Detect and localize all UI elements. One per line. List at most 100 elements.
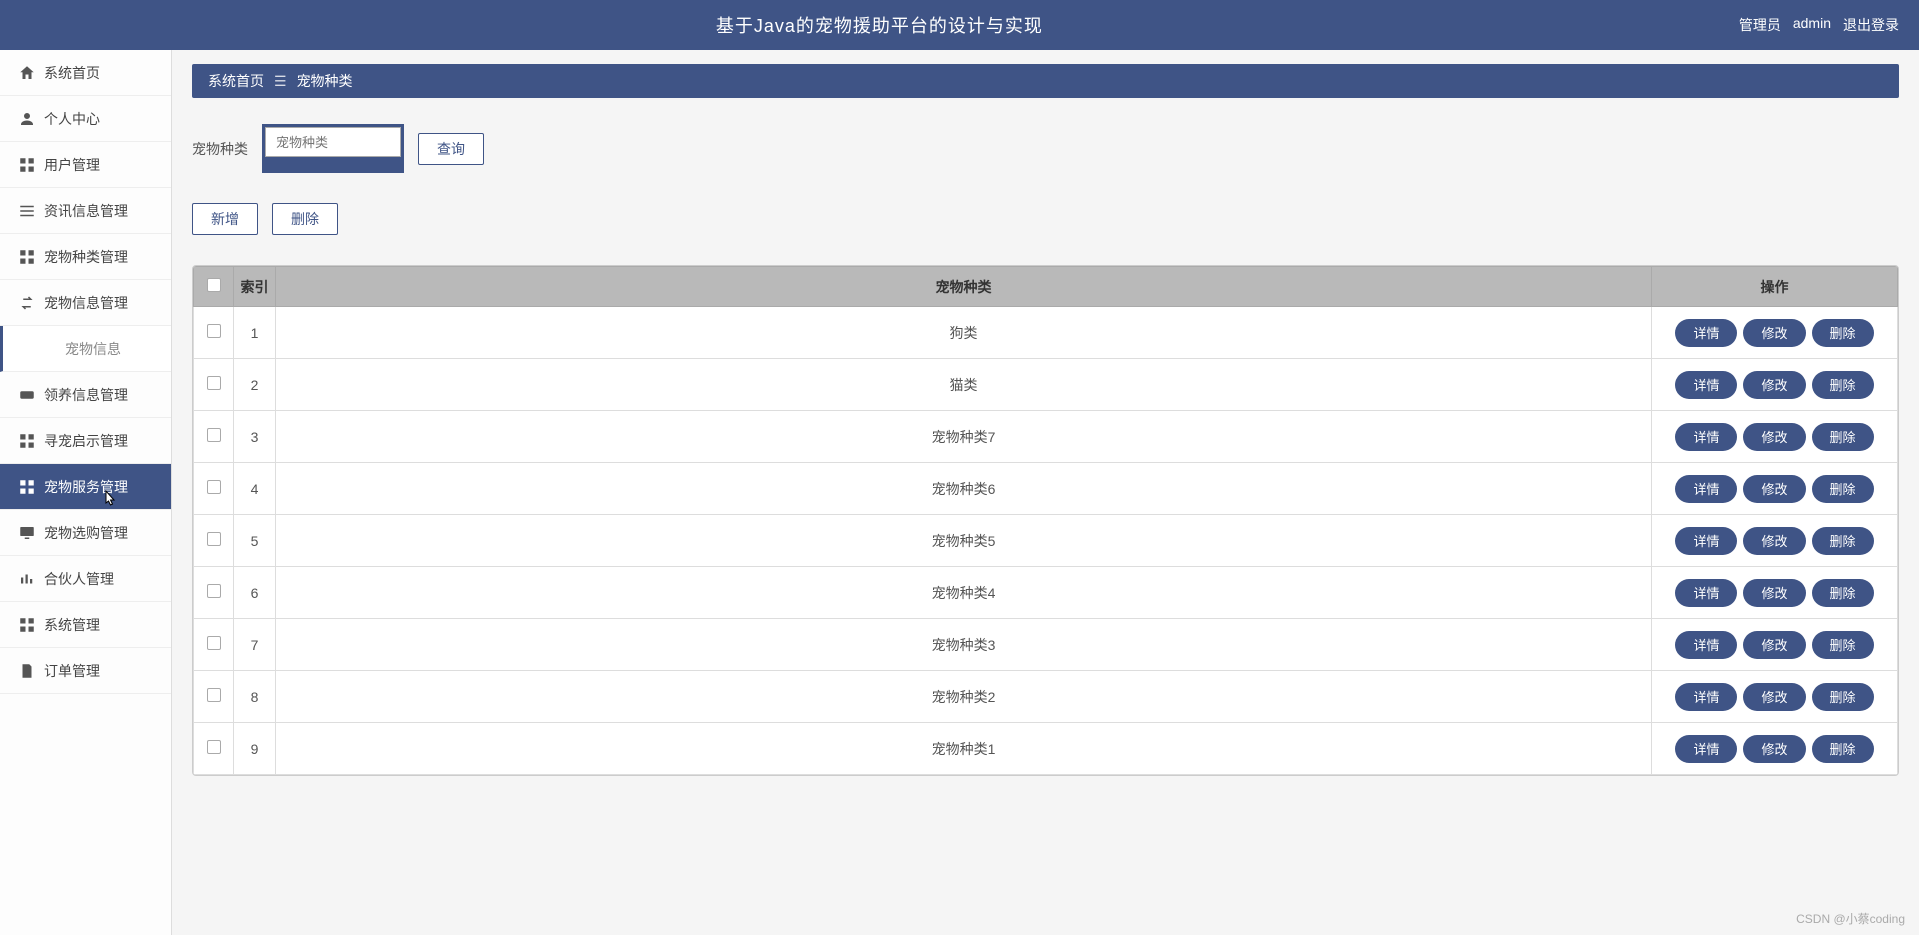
detail-button[interactable]: 详情 <box>1675 579 1737 607</box>
sidebar-item-10[interactable]: 宠物选购管理 <box>0 510 171 556</box>
cell-type: 狗类 <box>276 307 1652 359</box>
detail-button[interactable]: 详情 <box>1675 371 1737 399</box>
sidebar-item-label: 系统首页 <box>44 63 100 83</box>
row-checkbox[interactable] <box>207 688 221 702</box>
cell-ops: 详情修改删除 <box>1652 411 1898 463</box>
sidebar-item-12[interactable]: 系统管理 <box>0 602 171 648</box>
edit-button[interactable]: 修改 <box>1743 579 1805 607</box>
list-icon <box>18 202 36 220</box>
edit-button[interactable]: 修改 <box>1743 735 1805 763</box>
row-checkbox[interactable] <box>207 376 221 390</box>
detail-button[interactable]: 详情 <box>1675 319 1737 347</box>
table-row: 7宠物种类3详情修改删除 <box>194 619 1898 671</box>
table-row: 2猫类详情修改删除 <box>194 359 1898 411</box>
swap-icon <box>18 294 36 312</box>
sidebar-item-label: 系统管理 <box>44 615 100 635</box>
cell-index: 7 <box>234 619 276 671</box>
table-row: 8宠物种类2 详情修改删除 <box>194 671 1898 723</box>
cell-ops: 详情修改删除 <box>1652 463 1898 515</box>
cell-type: 宠物种类2 <box>276 671 1652 723</box>
grid-icon <box>18 432 36 450</box>
grid-icon <box>18 616 36 634</box>
sidebar-item-3[interactable]: 资讯信息管理 <box>0 188 171 234</box>
detail-button[interactable]: 详情 <box>1675 423 1737 451</box>
row-delete-button[interactable]: 删除 <box>1812 423 1874 451</box>
detail-button[interactable]: 详情 <box>1675 475 1737 503</box>
edit-button[interactable]: 修改 <box>1743 475 1805 503</box>
edit-button[interactable]: 修改 <box>1743 423 1805 451</box>
add-button[interactable]: 新增 <box>192 203 258 235</box>
row-checkbox[interactable] <box>207 636 221 650</box>
breadcrumb-home[interactable]: 系统首页 <box>208 71 264 91</box>
sidebar-item-2[interactable]: 用户管理 <box>0 142 171 188</box>
main-content: 系统首页 ☰ 宠物种类 宠物种类 查询 新增 删除 索引 宠物种类 <box>172 50 1919 935</box>
grid-icon <box>18 156 36 174</box>
sidebar-item-5[interactable]: 宠物信息管理 <box>0 280 171 326</box>
row-delete-button[interactable]: 删除 <box>1812 735 1874 763</box>
sidebar-item-0[interactable]: 系统首页 <box>0 50 171 96</box>
header: 基于Java的宠物援助平台的设计与实现 管理员 admin 退出登录 <box>0 0 1919 50</box>
sidebar-item-1[interactable]: 个人中心 <box>0 96 171 142</box>
cell-index: 2 <box>234 359 276 411</box>
row-delete-button[interactable]: 删除 <box>1812 527 1874 555</box>
select-all-checkbox[interactable] <box>207 278 221 292</box>
row-checkbox[interactable] <box>207 532 221 546</box>
table-row: 1狗类详情修改删除 <box>194 307 1898 359</box>
row-delete-button[interactable]: 删除 <box>1812 371 1874 399</box>
edit-button[interactable]: 修改 <box>1743 683 1805 711</box>
row-checkbox[interactable] <box>207 324 221 338</box>
row-delete-button[interactable]: 删除 <box>1812 683 1874 711</box>
monitor-icon <box>18 524 36 542</box>
header-ops: 操作 <box>1652 267 1898 307</box>
cell-index: 8 <box>234 671 276 723</box>
row-delete-button[interactable]: 删除 <box>1812 319 1874 347</box>
sidebar-item-label: 宠物服务管理 <box>44 477 128 497</box>
sidebar-item-label: 宠物选购管理 <box>44 523 128 543</box>
data-table: 索引 宠物种类 操作 1狗类详情修改删除2猫类详情修改删除3宠物种类7详情修改删… <box>192 265 1899 776</box>
cell-ops: 详情修改删除 <box>1652 723 1898 775</box>
row-checkbox[interactable] <box>207 428 221 442</box>
row-delete-button[interactable]: 删除 <box>1812 475 1874 503</box>
delete-button[interactable]: 删除 <box>272 203 338 235</box>
row-checkbox[interactable] <box>207 740 221 754</box>
ticket-icon <box>18 386 36 404</box>
cell-type: 宠物种类3 <box>276 619 1652 671</box>
grid-icon <box>18 478 36 496</box>
cell-index: 5 <box>234 515 276 567</box>
cell-index: 4 <box>234 463 276 515</box>
table-row: 5宠物种类5详情修改删除 <box>194 515 1898 567</box>
sidebar-item-label: 寻宠启示管理 <box>44 431 128 451</box>
sidebar-item-9[interactable]: 宠物服务管理 <box>0 464 171 510</box>
detail-button[interactable]: 详情 <box>1675 683 1737 711</box>
row-delete-button[interactable]: 删除 <box>1812 579 1874 607</box>
edit-button[interactable]: 修改 <box>1743 527 1805 555</box>
detail-button[interactable]: 详情 <box>1675 631 1737 659</box>
sidebar-item-6[interactable]: 宠物信息 <box>0 326 171 372</box>
sidebar-item-7[interactable]: 领养信息管理 <box>0 372 171 418</box>
search-bar: 宠物种类 查询 <box>192 124 1899 173</box>
edit-button[interactable]: 修改 <box>1743 319 1805 347</box>
detail-button[interactable]: 详情 <box>1675 735 1737 763</box>
detail-button[interactable]: 详情 <box>1675 527 1737 555</box>
row-checkbox[interactable] <box>207 584 221 598</box>
bars-icon <box>18 570 36 588</box>
search-input[interactable] <box>265 127 401 157</box>
logout-link[interactable]: 退出登录 <box>1843 15 1899 35</box>
sidebar-item-11[interactable]: 合伙人管理 <box>0 556 171 602</box>
row-checkbox[interactable] <box>207 480 221 494</box>
edit-button[interactable]: 修改 <box>1743 631 1805 659</box>
cell-index: 3 <box>234 411 276 463</box>
row-delete-button[interactable]: 删除 <box>1812 631 1874 659</box>
table-row: 9宠物种类1详情修改删除 <box>194 723 1898 775</box>
sidebar-item-8[interactable]: 寻宠启示管理 <box>0 418 171 464</box>
cell-ops: 详情修改删除 <box>1652 619 1898 671</box>
edit-button[interactable]: 修改 <box>1743 371 1805 399</box>
sidebar-item-13[interactable]: 订单管理 <box>0 648 171 694</box>
search-button[interactable]: 查询 <box>418 133 484 165</box>
search-input-wrap <box>262 124 404 173</box>
username: admin <box>1793 15 1831 35</box>
sidebar-item-4[interactable]: 宠物种类管理 <box>0 234 171 280</box>
cell-type: 宠物种类1 <box>276 723 1652 775</box>
cell-index: 9 <box>234 723 276 775</box>
cell-type: 宠物种类4 <box>276 567 1652 619</box>
